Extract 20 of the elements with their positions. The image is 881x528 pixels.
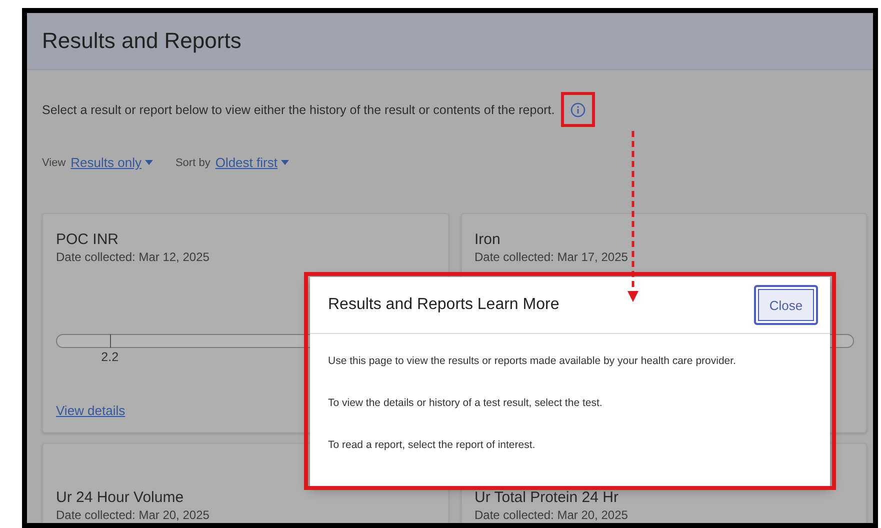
result-date: Date collected: Mar 20, 2025	[474, 509, 629, 522]
filter-dropdown[interactable]: Oldest first	[215, 155, 290, 170]
result-name: Iron	[474, 232, 502, 248]
page-description: Select a result or report below to view either the history of the result or contents of the report.	[42, 102, 555, 116]
caret-icon	[145, 160, 154, 165]
result-date: Date collected: Mar 17, 2025	[474, 251, 629, 264]
result-name: Ur 24 Hour Volume	[56, 490, 185, 506]
filter-label: Sort by	[175, 156, 210, 168]
page-title: Results and Reports	[42, 28, 242, 54]
close-button[interactable]: Close	[754, 285, 818, 325]
filter-label: View	[42, 156, 66, 168]
filter-dropdown[interactable]: Results only	[70, 155, 154, 170]
result-value: 2.2	[101, 350, 119, 364]
caret-icon	[281, 160, 290, 165]
result-date: Date collected: Mar 12, 2025	[56, 251, 210, 264]
view-details-link[interactable]: View details	[56, 403, 126, 418]
info-icon[interactable]	[570, 102, 586, 118]
result-name: Ur Total Protein 24 Hr	[474, 490, 620, 506]
result-date: Date collected: Mar 20, 2025	[56, 509, 210, 522]
result-name: POC INR	[56, 232, 120, 248]
